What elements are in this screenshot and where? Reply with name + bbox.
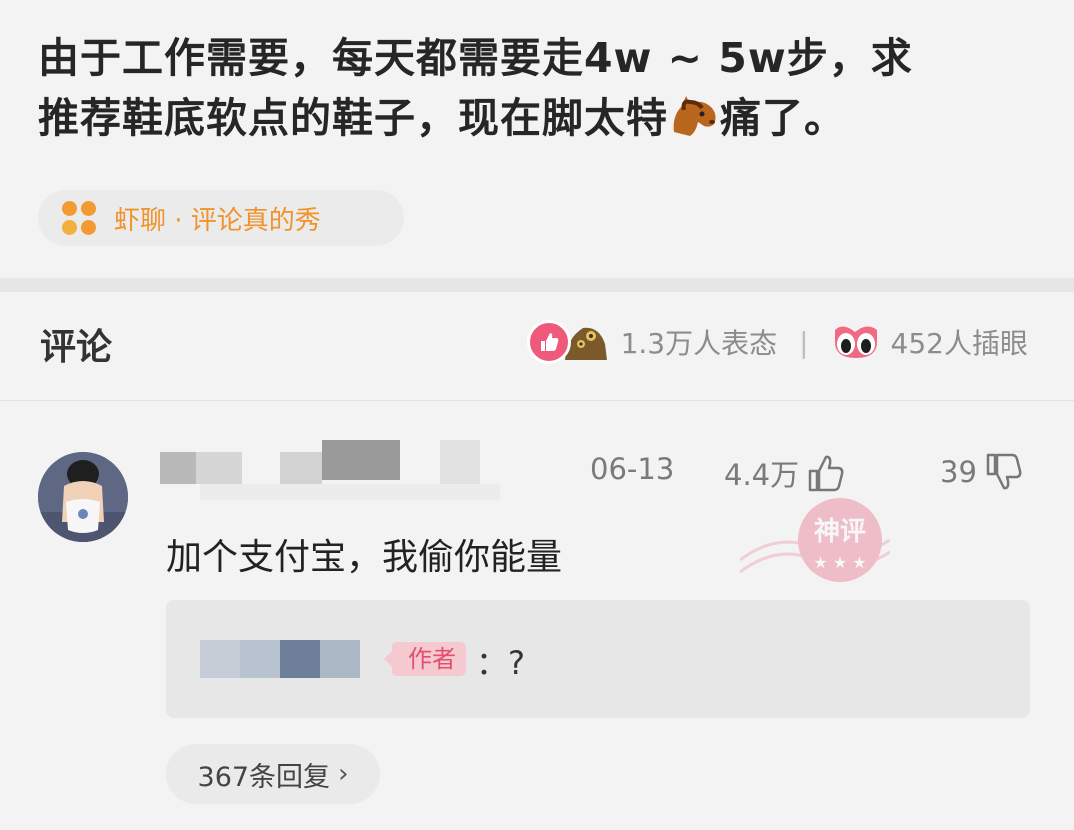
top-comment-stamp-icon: 神评 ★ ★ ★ xyxy=(740,498,890,582)
like-badge-icon xyxy=(526,320,571,364)
more-replies-label: 367条回复 xyxy=(197,761,331,793)
svg-text:★ ★ ★: ★ ★ ★ xyxy=(813,553,866,572)
chevron-right-icon: › xyxy=(338,759,349,789)
post-text: 由于工作需要，每天都需要走4w ~ 5w步，求 推荐鞋底软点的鞋子，现在脚太特 … xyxy=(38,28,1038,148)
like-count: 4.4万 xyxy=(724,458,800,492)
section-divider xyxy=(0,278,1074,292)
like-button[interactable]: 4.4万 xyxy=(724,452,845,494)
thumbs-up-icon xyxy=(808,455,844,492)
thumbs-down-icon xyxy=(986,453,1022,490)
horse-emoji-icon xyxy=(673,96,716,136)
dislike-count: 39 xyxy=(940,455,977,489)
dislike-button[interactable]: 39 xyxy=(940,452,1023,492)
comments-header: 评论 1.3万人表态 | 452人插眼 xyxy=(0,292,1074,400)
post-text-line1: 由于工作需要，每天都需要走4w ~ 5w步，求 xyxy=(38,34,913,82)
post-text-line2-part1: 推荐鞋底软点的鞋子，现在脚太特 xyxy=(38,94,668,142)
stamp-text: 神评 xyxy=(814,517,866,547)
topic-chip[interactable]: 虾聊 · 评论真的秀 xyxy=(38,190,404,246)
eyes-icon xyxy=(834,326,877,358)
four-dots-icon xyxy=(62,201,96,235)
more-replies-button[interactable]: 367条回复 › xyxy=(166,744,380,804)
post-text-line2-part2: 痛了。 xyxy=(720,94,846,142)
header-divider xyxy=(0,400,1074,401)
reactions-summary[interactable]: 1.3万人表态 | 452人插眼 xyxy=(526,320,1028,364)
comment-body: 加个支付宝，我偷你能量 xyxy=(166,537,563,578)
comment-meta: 06-13 4.4万 39 xyxy=(0,452,1074,492)
reply-username-redacted xyxy=(200,640,360,678)
author-tag: 作者 xyxy=(384,642,466,676)
comment-date: 06-13 xyxy=(590,452,675,486)
reactions-separator: | xyxy=(799,325,809,359)
post-text-line2: 推荐鞋底软点的鞋子，现在脚太特 痛了。 xyxy=(38,88,1038,148)
comments-title: 评论 xyxy=(40,327,113,368)
topic-label: 虾聊 · 评论真的秀 xyxy=(114,205,321,236)
reactions-count: 1.3万人表态 xyxy=(620,327,778,360)
eyes-count: 452人插眼 xyxy=(890,327,1028,360)
reply-preview[interactable]: 作者 ：? xyxy=(166,600,1030,718)
reply-text: ：? xyxy=(476,644,525,682)
